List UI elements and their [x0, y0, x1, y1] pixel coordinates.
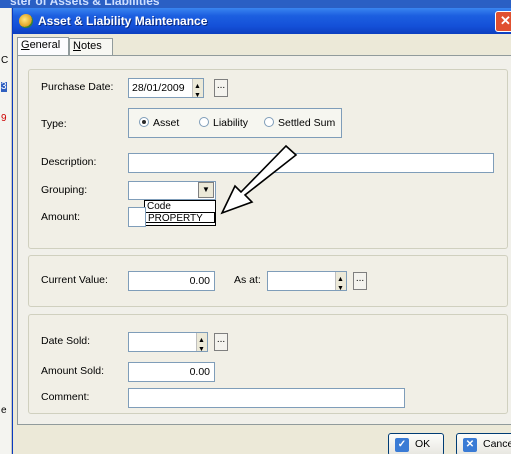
background-window-edge: C 3 9 e — [0, 8, 12, 454]
date-sold-field[interactable] — [128, 332, 208, 359]
dialog-title: Asset & Liability Maintenance — [38, 14, 208, 28]
ok-button-label: OK — [415, 438, 431, 450]
sale-details-group: Date Sold: ... Amount Sold: 0.00 Comment… — [28, 314, 508, 414]
amount-sold-field[interactable]: 0.00 — [128, 362, 215, 382]
type-liability-label: Liability — [213, 117, 249, 129]
radio-unselected-icon — [199, 117, 209, 127]
as-at-spinner[interactable] — [335, 271, 346, 298]
cancel-x-icon: ✕ — [463, 438, 477, 452]
date-sold-label: Date Sold: — [41, 335, 91, 347]
radio-unselected-icon — [264, 117, 274, 127]
purchase-date-spinner[interactable] — [192, 78, 203, 105]
grouping-select[interactable]: ▼ — [128, 181, 216, 200]
purchase-date-value: 28/01/2009 — [132, 82, 185, 94]
current-value-label: Current Value: — [41, 274, 108, 286]
type-label: Type: — [41, 118, 67, 130]
app-icon — [19, 14, 33, 28]
grouping-dropdown-list: Code PROPERTY — [144, 200, 216, 226]
type-settled-sum-label: Settled Sum — [278, 117, 336, 129]
cancel-button-label: Cancel — [483, 438, 511, 450]
tab-general-label: eneral — [29, 39, 61, 51]
grouping-label: Grouping: — [41, 184, 88, 196]
as-at-label: As at: — [234, 274, 261, 286]
asset-details-group: Purchase Date: 28/01/2009 ... Type: Asse… — [28, 69, 508, 249]
amount-label: Amount: — [41, 211, 81, 223]
background-glyph: e — [1, 405, 7, 416]
tab-general[interactable]: General — [17, 37, 69, 56]
as-at-picker-button[interactable]: ... — [353, 272, 367, 290]
tab-notes-accel: N — [73, 40, 81, 52]
grouping-option-property[interactable]: PROPERTY — [145, 212, 215, 224]
tab-general-accel: G — [21, 39, 30, 51]
asset-liability-dialog: Asset & Liability Maintenance ✕ General … — [12, 8, 511, 454]
grouping-option-code[interactable]: Code — [145, 201, 215, 212]
date-sold-picker-button[interactable]: ... — [214, 333, 228, 351]
as-at-date-field[interactable] — [267, 271, 347, 298]
cancel-button[interactable]: ✕ Cancel — [456, 433, 511, 454]
background-glyph: 9 — [1, 113, 7, 124]
comment-label: Comment: — [41, 391, 90, 403]
type-liability-radio[interactable]: Liability — [199, 117, 248, 129]
tab-notes[interactable]: Notes — [69, 38, 113, 55]
current-value-field[interactable]: 0.00 — [128, 271, 215, 291]
description-field[interactable] — [128, 153, 494, 173]
type-asset-radio[interactable]: Asset — [139, 117, 179, 129]
purchase-date-field[interactable]: 28/01/2009 — [128, 78, 204, 105]
purchase-date-picker-button[interactable]: ... — [214, 79, 228, 97]
type-radio-group: Asset Liability Settled Sum — [128, 108, 342, 138]
general-tab-page: Purchase Date: 28/01/2009 ... Type: Asse… — [17, 55, 511, 425]
type-asset-label: Asset — [153, 117, 180, 129]
type-settled-sum-radio[interactable]: Settled Sum — [264, 117, 335, 129]
tab-notes-label: otes — [80, 40, 102, 52]
description-label: Description: — [41, 156, 97, 168]
background-window-title: ster of Assets & Liabilities — [10, 0, 160, 8]
ok-button[interactable]: ✓ OK — [388, 433, 444, 454]
background-window-titlebar: ster of Assets & Liabilities — [0, 0, 511, 8]
amount-sold-label: Amount Sold: — [41, 365, 105, 377]
purchase-date-label: Purchase Date: — [41, 81, 114, 93]
checkmark-icon: ✓ — [395, 438, 409, 452]
close-button[interactable]: ✕ — [495, 11, 511, 32]
date-sold-spinner[interactable] — [196, 332, 207, 359]
background-glyph: C — [1, 55, 9, 66]
background-glyph: 3 — [1, 81, 7, 92]
radio-selected-icon — [139, 117, 149, 127]
comment-field[interactable] — [128, 388, 405, 408]
dialog-titlebar[interactable]: Asset & Liability Maintenance ✕ — [13, 8, 511, 34]
current-value-group: Current Value: 0.00 As at: ... — [28, 255, 508, 307]
amount-field[interactable] — [128, 207, 146, 227]
chevron-down-icon[interactable]: ▼ — [198, 182, 214, 198]
